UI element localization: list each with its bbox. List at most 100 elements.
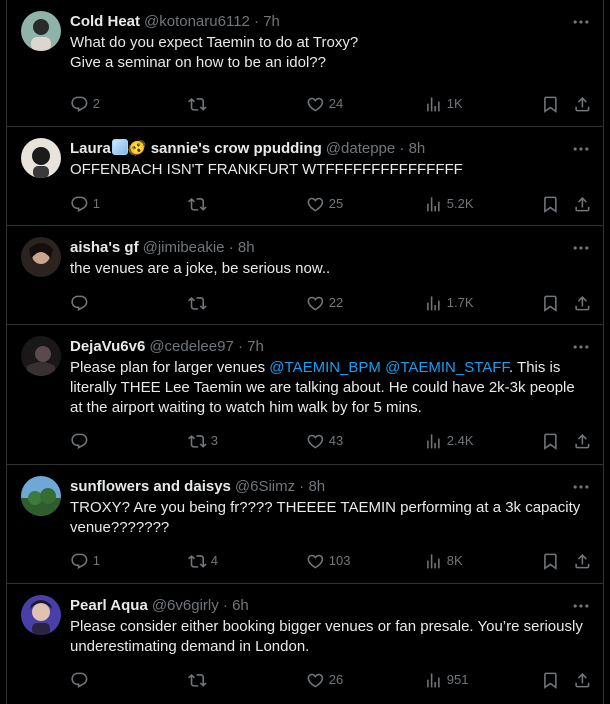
views-button[interactable]: 1.7K	[424, 293, 474, 313]
view-count: 1.7K	[446, 295, 474, 310]
more-icon[interactable]	[571, 139, 591, 159]
share-icon	[573, 294, 592, 313]
tweet[interactable]: Cold Heat @kotonaru6112 · 7h What do you …	[7, 0, 603, 127]
tweet[interactable]: DejaVu6v6 @cedelee97 · 7h Please plan for…	[7, 325, 603, 465]
tweet-text-part: Please plan for larger venues	[70, 359, 270, 376]
bookmark-button[interactable]	[541, 670, 560, 690]
author-name[interactable]: DejaVu6v6	[70, 338, 145, 355]
share-button[interactable]	[573, 431, 592, 451]
views-button[interactable]: 951	[424, 670, 468, 690]
mention-link[interactable]: @TAEMIN_STAFF	[385, 359, 509, 376]
reply-icon	[70, 671, 89, 690]
avatar[interactable]	[21, 11, 61, 51]
more-icon[interactable]	[571, 596, 591, 616]
like-button[interactable]: 22	[306, 293, 343, 313]
views-button[interactable]: 5.2K	[424, 194, 474, 214]
like-button[interactable]: 24	[306, 94, 343, 114]
like-count: 103	[328, 553, 351, 568]
share-icon	[573, 95, 592, 114]
timestamp[interactable]: 6h	[232, 597, 249, 614]
tweet-text: the venues are a joke, be serious now..	[70, 260, 331, 277]
author-name[interactable]: Pearl Aqua	[70, 597, 148, 614]
heart-icon	[306, 294, 325, 313]
reply-count: 1	[92, 553, 100, 568]
reply-icon	[70, 432, 89, 451]
author-name[interactable]: Cold Heat	[70, 13, 140, 30]
like-button[interactable]: 26	[306, 670, 343, 690]
retweet-button[interactable]	[188, 670, 211, 690]
avatar[interactable]	[21, 336, 61, 376]
timestamp[interactable]: 8h	[308, 478, 325, 495]
retweet-icon	[188, 671, 207, 690]
action-bar: 26 951	[70, 670, 591, 690]
retweet-button[interactable]	[188, 94, 211, 114]
bookmark-button[interactable]	[541, 94, 560, 114]
timestamp[interactable]: 7h	[263, 13, 280, 30]
share-button[interactable]	[573, 94, 592, 114]
tweet-header: Laura 🫨 sannie's crow ppudding @dateppe · …	[70, 139, 563, 159]
avatar[interactable]	[21, 476, 61, 516]
tweet-text: Please plan for larger venues @TAEMIN_BP…	[70, 358, 589, 418]
author-name[interactable]: aisha's gf	[70, 239, 139, 256]
like-count: 25	[328, 196, 344, 211]
timestamp[interactable]: 7h	[247, 338, 264, 355]
like-button[interactable]: 25	[306, 194, 343, 214]
author-name[interactable]: sunflowers and daisys	[70, 478, 231, 495]
view-count: 5.2K	[446, 196, 474, 211]
share-button[interactable]	[573, 194, 592, 214]
views-button[interactable]: 2.4K	[424, 431, 474, 451]
share-button[interactable]	[573, 551, 592, 571]
retweet-button[interactable]	[188, 293, 211, 313]
reply-button[interactable]: 2	[70, 94, 100, 114]
tweet[interactable]: sunflowers and daisys @6Siimz · 8h TROXY?…	[7, 465, 603, 584]
share-button[interactable]	[573, 293, 592, 313]
more-icon[interactable]	[571, 238, 591, 258]
avatar[interactable]	[21, 237, 61, 277]
retweet-button[interactable]	[188, 194, 211, 214]
bookmark-button[interactable]	[541, 194, 560, 214]
reply-count: 1	[92, 196, 100, 211]
heart-icon	[306, 432, 325, 451]
retweet-button[interactable]: 4	[188, 551, 218, 571]
more-icon[interactable]	[571, 12, 591, 32]
view-count: 951	[446, 672, 469, 687]
author-handle[interactable]: @jimibeakie	[143, 239, 225, 256]
view-count: 1K	[446, 96, 463, 111]
reply-button[interactable]: 1	[70, 551, 100, 571]
author-handle[interactable]: @cedelee97	[149, 338, 233, 355]
tweet-header: aisha's gf @jimibeakie · 8h	[70, 238, 563, 258]
bookmark-button[interactable]	[541, 431, 560, 451]
bookmark-button[interactable]	[541, 293, 560, 313]
more-icon[interactable]	[571, 477, 591, 497]
views-button[interactable]: 1K	[424, 94, 463, 114]
avatar[interactable]	[21, 138, 61, 178]
reply-icon	[70, 195, 89, 214]
retweet-button[interactable]: 3	[188, 431, 218, 451]
author-handle[interactable]: @dateppe	[326, 140, 395, 157]
views-button[interactable]: 8K	[424, 551, 463, 571]
timestamp[interactable]: 8h	[409, 140, 426, 157]
share-icon	[573, 432, 592, 451]
tweet[interactable]: aisha's gf @jimibeakie · 8h the venues ar…	[7, 226, 603, 325]
reply-button[interactable]	[70, 431, 93, 451]
author-handle[interactable]: @6Siimz	[235, 478, 295, 495]
bookmark-button[interactable]	[541, 551, 560, 571]
reply-button[interactable]	[70, 293, 93, 313]
mention-link[interactable]: @TAEMIN_BPM	[269, 359, 381, 376]
like-button[interactable]: 43	[306, 431, 343, 451]
avatar[interactable]	[21, 595, 61, 635]
separator-dot: ·	[237, 338, 243, 355]
author-name[interactable]: Laura 🫨 sannie's crow ppudding	[70, 139, 322, 157]
more-icon[interactable]	[571, 337, 591, 357]
reply-button[interactable]	[70, 670, 93, 690]
author-handle[interactable]: @6v6girly	[152, 597, 219, 614]
tweet[interactable]: Pearl Aqua @6v6girly · 6h Please consider…	[7, 584, 603, 704]
author-handle[interactable]: @kotonaru6112	[144, 13, 250, 30]
timestamp[interactable]: 8h	[238, 239, 255, 256]
retweet-icon	[188, 294, 207, 313]
reply-button[interactable]: 1	[70, 194, 100, 214]
like-button[interactable]: 103	[306, 551, 350, 571]
bookmark-icon	[541, 95, 560, 114]
tweet[interactable]: Laura 🫨 sannie's crow ppudding @dateppe · …	[7, 127, 603, 226]
share-button[interactable]	[573, 670, 592, 690]
